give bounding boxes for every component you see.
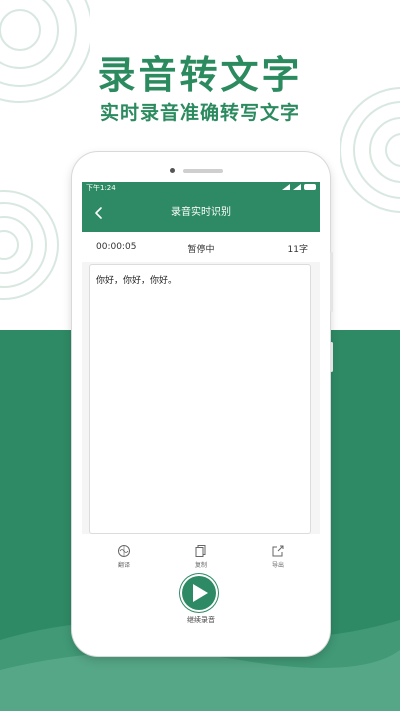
signal-icon [293, 184, 301, 190]
translate-button[interactable]: 翻译 [104, 544, 144, 569]
phone-mockup: 下午1:24 录音实时识别 00:00:05 暂停中 11字 你好，你好，你好。 [72, 152, 333, 656]
page-title: 录音实时识别 [171, 207, 231, 218]
phone-side-button [330, 342, 333, 372]
continue-recording-label: 继续录音 [187, 616, 215, 624]
transcript-text-area[interactable]: 你好，你好，你好。 [89, 264, 311, 534]
signal-icon [282, 184, 290, 190]
export-button[interactable]: 导出 [258, 544, 298, 569]
recording-info-row: 00:00:05 暂停中 11字 [82, 232, 320, 262]
bottom-toolbar: 翻译 复制 导出 继续录音 [82, 534, 320, 626]
copy-icon [195, 545, 206, 557]
character-count: 11字 [287, 245, 308, 255]
export-icon [272, 545, 284, 557]
transcript-text: 你好，你好，你好。 [96, 276, 178, 286]
play-icon [193, 584, 208, 602]
phone-speaker [183, 169, 223, 173]
promo-subheadline: 实时录音准确转写文字 [99, 102, 300, 124]
recording-state: 暂停中 [187, 245, 215, 255]
translate-icon [118, 545, 130, 557]
decorative-rings-left [0, 190, 59, 300]
battery-icon [304, 184, 316, 190]
status-bar: 下午1:24 [82, 182, 320, 194]
export-label: 导出 [271, 562, 284, 569]
app-screen: 下午1:24 录音实时识别 00:00:05 暂停中 11字 你好，你好，你好。 [82, 182, 320, 626]
translate-label: 翻译 [117, 562, 130, 569]
promo-headline: 录音转文字 [97, 53, 303, 97]
status-time: 下午1:24 [86, 184, 116, 192]
phone-side-button [330, 252, 333, 312]
continue-recording-button[interactable] [182, 576, 216, 610]
copy-button[interactable]: 复制 [181, 544, 221, 569]
status-icons [282, 184, 316, 190]
copy-label: 复制 [194, 562, 207, 569]
phone-camera [170, 168, 175, 173]
title-bar: 录音实时识别 [82, 194, 320, 232]
